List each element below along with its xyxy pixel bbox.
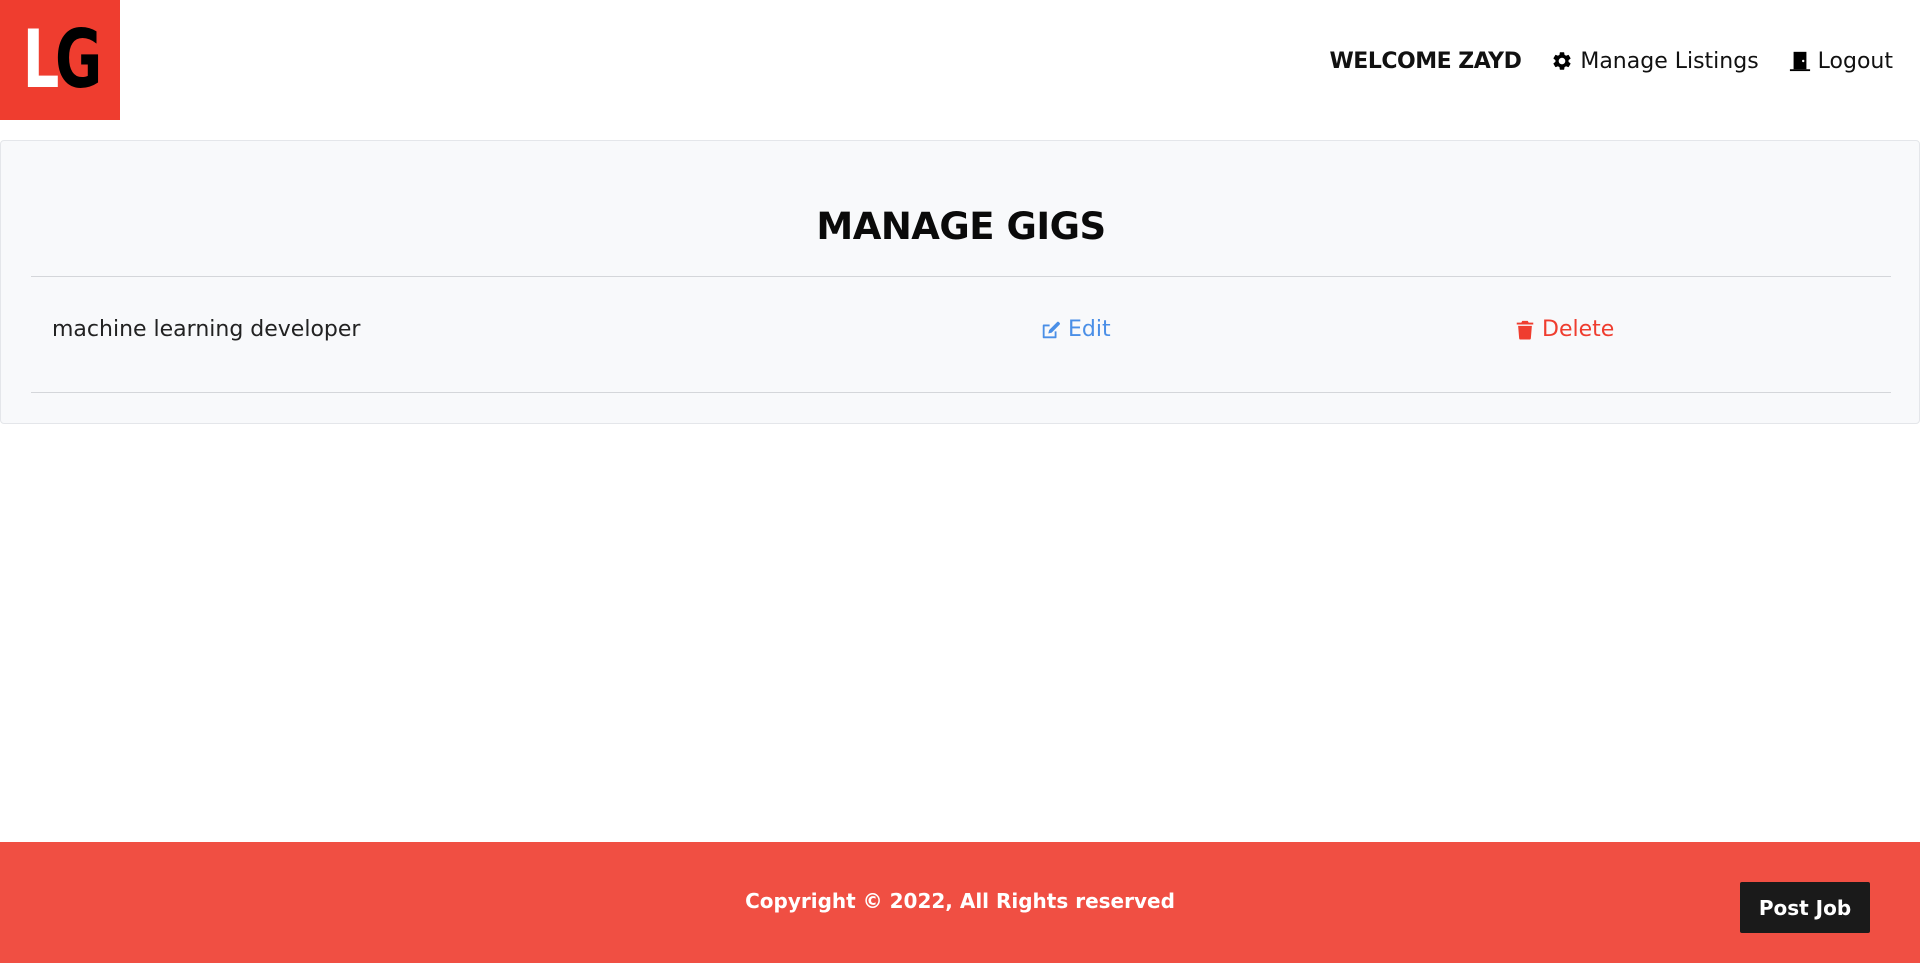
page-title: MANAGE GIGS xyxy=(816,205,1106,248)
post-job-button[interactable]: Post Job xyxy=(1740,882,1870,933)
trash-icon xyxy=(1516,320,1534,340)
edit-label: Edit xyxy=(1068,317,1111,342)
logo-text: LG xyxy=(22,20,102,100)
delete-label: Delete xyxy=(1542,317,1615,342)
logout-link[interactable]: Logout xyxy=(1789,49,1893,74)
gig-row: machine learning developer Edit Delete xyxy=(31,277,1891,392)
site-logo[interactable]: LG xyxy=(0,0,120,120)
gig-title: machine learning developer xyxy=(52,317,361,342)
logo-letter-g: G xyxy=(54,13,102,106)
manage-gigs-panel: MANAGE GIGS machine learning developer E… xyxy=(0,140,1920,424)
divider xyxy=(31,392,1891,393)
edit-icon xyxy=(1042,320,1061,338)
edit-button[interactable]: Edit xyxy=(1040,317,1111,342)
welcome-text: WELCOME ZAYD xyxy=(1329,48,1522,74)
delete-button[interactable]: Delete xyxy=(1514,317,1614,342)
logout-label: Logout xyxy=(1817,48,1893,74)
site-footer: Copyright © 2022, All Rights reserved Po… xyxy=(0,842,1920,963)
site-header: LG WELCOME ZAYD Manage Listings Logout xyxy=(0,0,1920,120)
logo-letter-l: L xyxy=(22,13,59,106)
gear-icon xyxy=(1553,52,1571,70)
top-nav: WELCOME ZAYD Manage Listings Logout xyxy=(1330,44,1893,78)
copyright-text: Copyright © 2022, All Rights reserved xyxy=(745,889,1175,913)
manage-listings-link[interactable]: Manage Listings xyxy=(1551,48,1759,74)
page: LG WELCOME ZAYD Manage Listings Logout M… xyxy=(0,0,1920,963)
manage-listings-label: Manage Listings xyxy=(1580,48,1759,74)
door-icon xyxy=(1789,51,1810,72)
